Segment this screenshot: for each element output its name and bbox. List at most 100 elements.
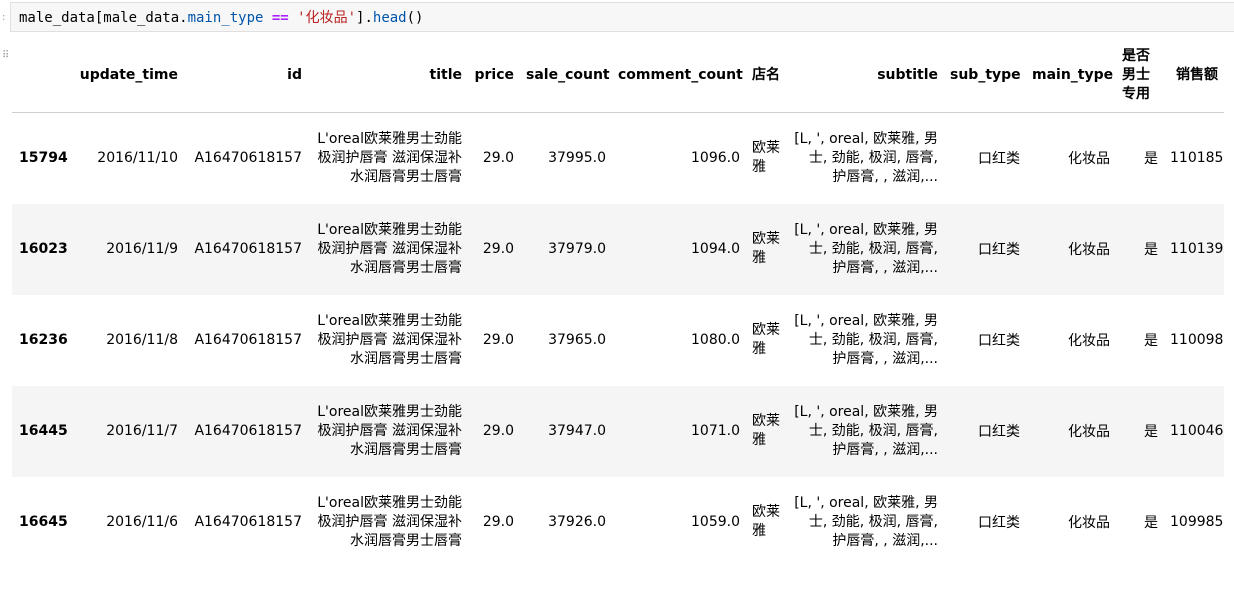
cell-main-type: 化妆品 [1068,242,1110,258]
cell-main-type: 化妆品 [1068,151,1110,168]
code-token: == [271,10,289,26]
column-header: 销售额 [1164,38,1224,113]
table-row: 16645 2016/11/6 A16470618157 L'oreal欧莱雅男… [12,476,1224,568]
cell-sale-count: 37979.0 [548,241,606,257]
cell-sub-type: 口红类 [978,333,1020,349]
cell-main-type: 化妆品 [1068,515,1110,531]
cell-main-type: 化妆品 [1068,424,1110,440]
subtitle-text: [L, ', oreal, 欧莱雅, 男士, 劲能, 极润, 唇膏, 护唇膏, … [794,312,938,367]
column-header [12,38,72,113]
cell-id: A16470618157 [194,241,302,257]
cell-store: 欧莱雅 [752,231,780,266]
cell-store: 欧莱雅 [752,504,780,539]
cell-subtitle: [L, ', oreal, 欧莱雅, 男士, 劲能, 极润, 唇膏, 护唇膏, … [786,113,944,204]
cell-comment-count: 1071.0 [691,423,740,439]
column-header: comment_count [612,38,746,113]
table-row: 16236 2016/11/8 A16470618157 L'oreal欧莱雅男… [12,294,1224,386]
cell-update-time: 2016/11/8 [106,332,178,348]
cell-sub-type: 口红类 [978,515,1020,531]
column-header: sale_count [520,38,612,113]
cell-price: 29.0 [482,150,514,167]
table-row: 16445 2016/11/7 A16470618157 L'oreal欧莱雅男… [12,385,1224,477]
cell-main-type: 化妆品 [1068,333,1110,349]
cell-update-time: 2016/11/9 [106,241,178,257]
cell-gutter-marker: : [2,12,6,23]
code-token: ]. [356,10,373,26]
cell-sales: 1101855.0 [1170,150,1224,167]
cell-id: A16470618157 [194,423,302,439]
row-index: 16645 [19,514,68,530]
cell-sub-type: 口红类 [978,151,1020,168]
cell-update-time: 2016/11/6 [106,514,178,530]
cell-comment-count: 1096.0 [691,150,740,167]
code-token: '化妆品' [297,10,357,26]
table-row: 15794 2016/11/10 A16470618157 L'oreal欧莱雅… [12,112,1224,204]
cell-comment-count: 1080.0 [691,332,740,348]
dataframe-output: update_time id title price sale_count co… [12,38,1224,568]
cell-sub-type: 口红类 [978,424,1020,440]
cell-subtitle: [L, ', oreal, 欧莱雅, 男士, 劲能, 极润, 唇膏, 护唇膏, … [786,295,944,386]
cell-sale-count: 37965.0 [548,332,606,348]
cell-update-time: 2016/11/7 [106,423,178,439]
cell-sale-count: 37947.0 [548,423,606,439]
row-index: 16023 [19,241,68,257]
cell-id: A16470618157 [194,514,302,530]
cell-sales: 1100985.0 [1170,332,1224,348]
header-row: update_time id title price sale_count co… [12,38,1224,113]
output-gutter-marker: ⠿ [2,50,10,61]
cell-title: L'oreal欧莱雅男士劲能极润护唇膏 滋润保湿补水润唇膏男士唇膏 [317,403,462,458]
column-header: 是否男士专用 [1116,38,1164,113]
code-token: male_data[male_data. [19,10,188,26]
cell-sales: 1100463.0 [1170,423,1224,439]
column-header: sub_type [944,38,1026,113]
subtitle-text: [L, ', oreal, 欧莱雅, 男士, 劲能, 极润, 唇膏, 护唇膏, … [794,221,938,276]
code-token: () [406,10,424,26]
column-header: subtitle [786,38,944,113]
subtitle-text: [L, ', oreal, 欧莱雅, 男士, 劲能, 极润, 唇膏, 护唇膏, … [794,494,938,549]
cell-sale-count: 37926.0 [548,514,606,530]
cell-price: 29.0 [482,241,514,257]
cell-sales: 1099854.0 [1170,514,1224,530]
cell-male-only: 是 [1144,242,1158,258]
cell-male-only: 是 [1144,515,1158,531]
cell-title: L'oreal欧莱雅男士劲能极润护唇膏 滋润保湿补水润唇膏男士唇膏 [317,221,462,276]
cell-title: L'oreal欧莱雅男士劲能极润护唇膏 滋润保湿补水润唇膏男士唇膏 [317,494,462,549]
code-token: head [372,10,407,26]
column-header: title [308,38,468,113]
column-header: update_time [72,38,184,113]
subtitle-text: [L, ', oreal, 欧莱雅, 男士, 劲能, 极润, 唇膏, 护唇膏, … [794,130,938,185]
cell-sales: 1101391.0 [1170,241,1224,257]
row-index: 16445 [19,423,68,439]
cell-comment-count: 1094.0 [691,241,740,257]
cell-id: A16470618157 [194,332,302,348]
cell-comment-count: 1059.0 [691,514,740,530]
cell-store: 欧莱雅 [752,140,780,176]
code-cell[interactable]: : male_data[male_data.main_type == '化妆品'… [0,0,1234,34]
row-index: 15794 [19,150,68,167]
cell-title: L'oreal欧莱雅男士劲能极润护唇膏 滋润保湿补水润唇膏男士唇膏 [317,130,462,185]
subtitle-text: [L, ', oreal, 欧莱雅, 男士, 劲能, 极润, 唇膏, 护唇膏, … [794,403,938,458]
cell-update-time: 2016/11/10 [97,150,178,167]
cell-price: 29.0 [482,423,514,439]
column-header: 店名 [746,38,786,113]
column-header: main_type [1026,38,1116,113]
cell-store: 欧莱雅 [752,413,780,448]
cell-male-only: 是 [1144,333,1158,349]
cell-subtitle: [L, ', oreal, 欧莱雅, 男士, 劲能, 极润, 唇膏, 护唇膏, … [786,477,944,568]
cell-sub-type: 口红类 [978,242,1020,258]
cell-male-only: 是 [1144,424,1158,440]
code-token: main_type [187,10,264,26]
column-header: id [184,38,308,113]
cell-id: A16470618157 [194,150,302,167]
table-row: 16023 2016/11/9 A16470618157 L'oreal欧莱雅男… [12,203,1224,295]
code-editor[interactable]: male_data[male_data.main_type == '化妆品'].… [10,2,1234,32]
cell-subtitle: [L, ', oreal, 欧莱雅, 男士, 劲能, 极润, 唇膏, 护唇膏, … [786,204,944,295]
cell-title: L'oreal欧莱雅男士劲能极润护唇膏 滋润保湿补水润唇膏男士唇膏 [317,312,462,367]
cell-male-only: 是 [1144,151,1158,168]
cell-store: 欧莱雅 [752,322,780,357]
cell-subtitle: [L, ', oreal, 欧莱雅, 男士, 劲能, 极润, 唇膏, 护唇膏, … [786,386,944,477]
cell-price: 29.0 [482,514,514,530]
row-index: 16236 [19,332,68,348]
